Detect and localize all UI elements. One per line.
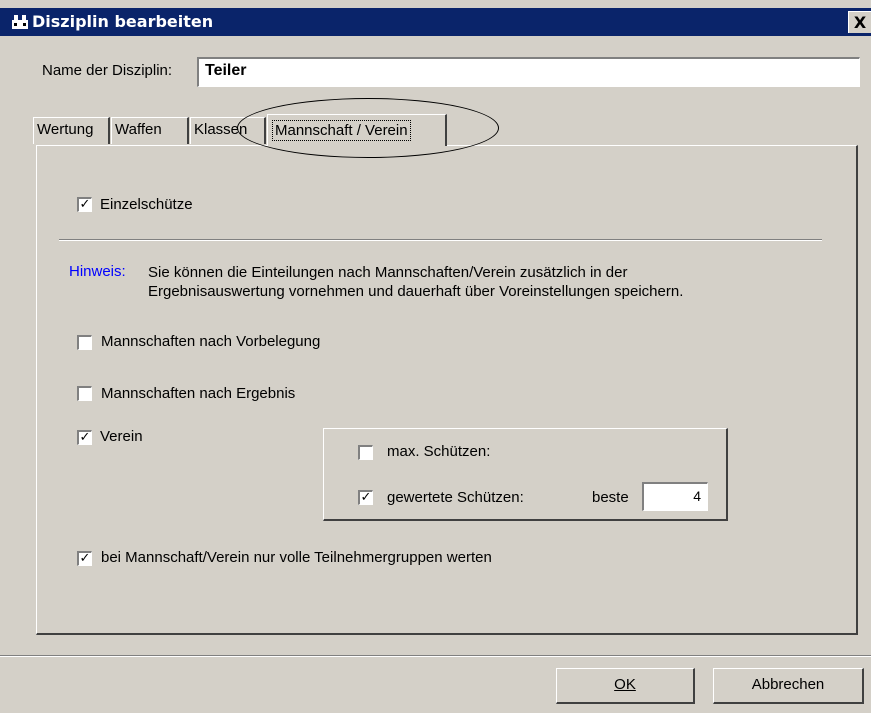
gewertete-schuetzen-checkbox[interactable]: ✓ [358, 490, 373, 505]
ergebnis-label: Mannschaften nach Ergebnis [101, 385, 296, 402]
beste-label: beste [592, 489, 629, 506]
cancel-button[interactable]: Abbrechen [713, 668, 864, 704]
volle-gruppen-checkbox[interactable]: ✓ [77, 551, 92, 566]
close-button[interactable]: X [848, 11, 871, 33]
max-schuetzen-checkbox[interactable] [358, 445, 373, 460]
ok-button[interactable]: OK [556, 668, 695, 704]
einzelschuetze-label: Einzelschütze [100, 196, 193, 213]
dialog-window: Disziplin bearbeiten X Name der Diszipli… [0, 0, 871, 713]
tab-waffen[interactable]: Waffen [111, 117, 189, 144]
ergebnis-checkbox[interactable] [77, 386, 92, 401]
verein-checkbox[interactable]: ✓ [77, 430, 92, 445]
beste-input[interactable]: 4 [642, 482, 708, 511]
cancel-button-label: Abbrechen [751, 676, 825, 693]
tab-wertung[interactable]: Wertung [33, 117, 110, 144]
name-input[interactable]: Teiler [197, 57, 860, 87]
name-label: Name der Disziplin: [42, 62, 173, 79]
ok-button-label: OK [614, 676, 636, 693]
hint-text: Sie können die Einteilungen nach Mannsch… [148, 264, 684, 300]
tab-klassen[interactable]: Klassen [190, 117, 266, 144]
vorbelegung-checkbox[interactable] [77, 335, 92, 350]
gewertete-schuetzen-label: gewertete Schützen: [387, 489, 524, 506]
separator [59, 239, 822, 241]
tab-mannschaft-verein-label: Mannschaft / Verein [272, 120, 411, 141]
einzelschuetze-checkbox[interactable]: ✓ [77, 197, 92, 212]
verein-label: Verein [100, 428, 143, 445]
app-icon [12, 15, 28, 29]
vorbelegung-label: Mannschaften nach Vorbelegung [101, 333, 321, 350]
volle-gruppen-label: bei Mannschaft/Verein nur volle Teilnehm… [101, 549, 492, 566]
title-bar[interactable]: Disziplin bearbeiten X [0, 8, 871, 36]
hint-label: Hinweis: [69, 263, 126, 280]
window-title: Disziplin bearbeiten [32, 12, 214, 31]
bottom-separator [0, 655, 871, 657]
max-schuetzen-label: max. Schützen: [387, 443, 491, 460]
tab-mannschaft-verein[interactable]: Mannschaft / Verein [267, 114, 447, 146]
